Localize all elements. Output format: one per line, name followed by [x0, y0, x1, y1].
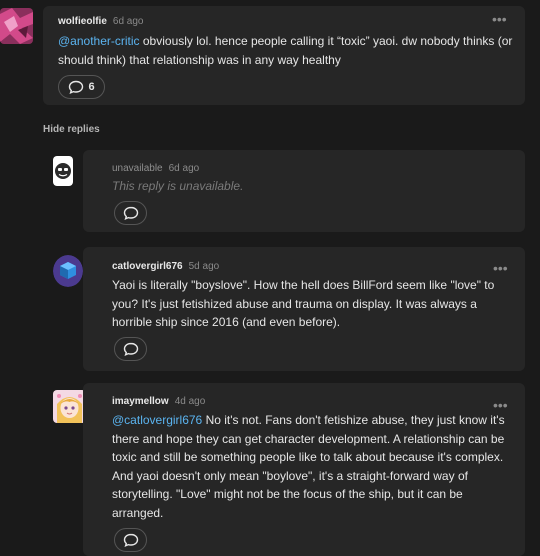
reply-body: Yaoi is literally "boyslove". How the he…: [112, 278, 495, 329]
reply-button[interactable]: [114, 337, 147, 361]
comment-username[interactable]: wolfieolfie 6d ago: [58, 16, 144, 27]
more-options-icon[interactable]: •••: [493, 398, 508, 412]
avatar-wolfieolfie[interactable]: [0, 8, 33, 44]
reply-button[interactable]: [114, 528, 147, 552]
unavailable-message: This reply is unavailable.: [112, 179, 244, 193]
reply-count: 6: [88, 81, 95, 93]
comment-age: 6d ago: [112, 16, 144, 27]
reply-button[interactable]: [114, 201, 147, 225]
speech-bubble-icon: [123, 533, 138, 547]
speech-bubble-icon: [123, 342, 138, 356]
comment-body: @another-critic obviously lol. hence peo…: [58, 34, 513, 67]
reply-username: unavailable 6d ago: [112, 163, 200, 174]
reply-age: 6d ago: [168, 163, 200, 174]
reply-username[interactable]: catlovergirl676 5d ago: [112, 261, 219, 272]
reply-body: @catlovergirl676 No it's not. Fans don't…: [112, 413, 505, 520]
hide-replies-link[interactable]: Hide replies: [43, 124, 100, 135]
reply-username[interactable]: imaymellow 4d ago: [112, 396, 205, 407]
speech-bubble-icon: [123, 206, 138, 220]
more-options-icon[interactable]: •••: [492, 12, 507, 26]
avatar-imaymellow[interactable]: [53, 390, 86, 423]
reply-count-button[interactable]: 6: [58, 75, 105, 99]
avatar-catlovergirl676[interactable]: [53, 255, 83, 287]
reply-age: 5d ago: [188, 261, 220, 272]
avatar-unavailable: [53, 156, 73, 186]
more-options-icon[interactable]: •••: [493, 261, 508, 275]
reply-age: 4d ago: [174, 396, 206, 407]
user-mention[interactable]: @another-critic: [58, 34, 140, 48]
speech-bubble-icon: [69, 80, 84, 94]
user-mention[interactable]: @catlovergirl676: [112, 413, 202, 427]
